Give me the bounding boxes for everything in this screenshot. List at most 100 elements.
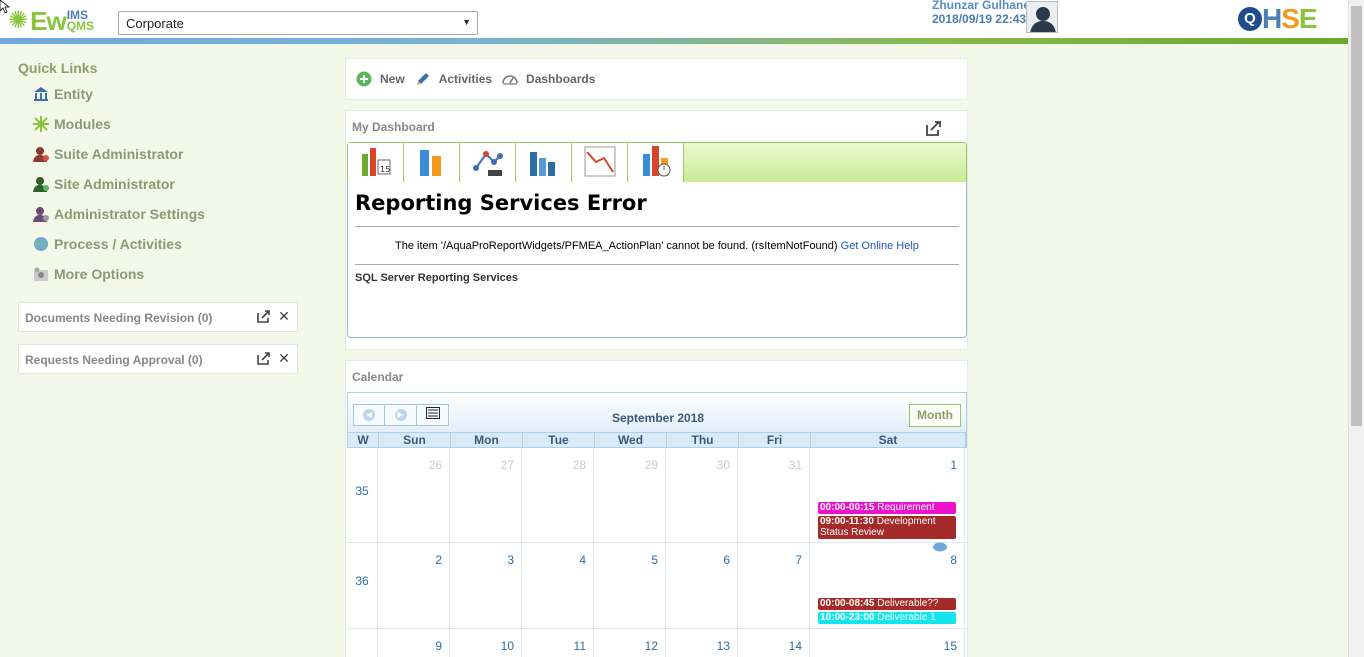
quick-link-label: Site Administrator [54,176,175,192]
logo-main-text: Ew [30,5,67,36]
day-number[interactable]: 31 [789,458,802,472]
day-number[interactable]: 10 [501,639,514,653]
calendar-day-cell[interactable]: 13 [666,629,738,657]
export-icon[interactable] [257,351,271,365]
day-number[interactable]: 9 [435,639,442,653]
tab-bar-chart[interactable] [404,143,460,183]
quick-link-more-options[interactable]: More Options [33,264,144,284]
calendar-event[interactable]: 00:00-08:45 Deliverable?? [818,598,956,610]
dropdown-arrow-icon: ▼ [462,17,471,27]
quick-link-process-activities[interactable]: Process / Activities [33,234,182,254]
report-viewer: Reporting Services Error The item '/Aqua… [347,182,967,338]
scrollbar-thumb[interactable] [1351,6,1362,426]
gauge-icon [502,71,518,87]
day-number[interactable]: 11 [574,639,586,653]
qhse-logo[interactable]: Q H S E [1238,2,1318,36]
quick-link-label: Modules [54,116,111,132]
calendar-day-cell[interactable]: 5 [594,543,666,628]
quick-link-label: Suite Administrator [54,146,184,162]
calendar-day-cell[interactable]: 29 [594,448,666,542]
export-icon[interactable] [926,120,942,136]
tab-line-chart[interactable] [572,143,628,183]
calendar-day-cell[interactable]: 27 [450,448,522,542]
tab-column-chart[interactable] [516,143,572,183]
month-view-button[interactable]: Month [909,404,961,427]
week-number[interactable]: 35 [347,448,378,542]
calendar-day-cell[interactable]: 10 [450,629,522,657]
day-number[interactable]: 1 [950,458,957,472]
day-number[interactable]: 4 [579,553,586,567]
close-icon[interactable]: ✕ [277,351,291,365]
calendar-event[interactable]: 00:00-00:15 Requirement [818,502,956,514]
calendar-day-cell[interactable]: 1 00:00-00:15 Requirement 09:00-11:30 Deve… [810,448,965,552]
quick-link-label: Administrator Settings [54,206,205,222]
day-number[interactable]: 29 [645,458,658,472]
calendar-event[interactable]: 09:00-11:30 Development Status Review [818,516,956,539]
calendar-day-cell[interactable]: 7 [738,543,810,628]
calendar-event[interactable]: 10:00-23:00 Deliverable 1 [818,612,956,624]
calendar-day-cell[interactable]: 11 [522,629,594,657]
day-number[interactable]: 3 [507,553,514,567]
calendar-day-cell[interactable]: 3 [450,543,522,628]
calendar-day-cell[interactable]: 6 [666,543,738,628]
dashboards-button[interactable]: Dashboards [502,71,595,87]
week-number[interactable] [347,629,378,657]
get-online-help-link[interactable]: Get Online Help [841,240,919,252]
calendar-day-cell[interactable]: 26 [378,448,450,542]
calendar-day-cell[interactable]: 30 [666,448,738,542]
qhse-s-text: S [1281,3,1300,34]
calendar-day-cell[interactable]: 9 [378,629,450,657]
calendar-day-cell[interactable]: 15 [810,629,965,657]
quick-link-entity[interactable]: Entity [33,84,93,104]
calendar-week-row: 9 10 11 12 13 14 15 [347,629,967,657]
quick-link-administrator-settings[interactable]: Administrator Settings [33,204,205,224]
qhse-e-text: E [1298,3,1318,34]
day-number[interactable]: 26 [429,458,442,472]
week-number[interactable]: 36 [347,543,378,628]
activities-button[interactable]: Activities [415,71,492,87]
day-number[interactable]: 28 [573,458,586,472]
tab-calendar-chart[interactable]: 15 [348,143,404,183]
day-number[interactable]: 15 [944,639,957,653]
day-number[interactable]: 13 [717,639,730,653]
calendar-day-cell[interactable]: 12 [594,629,666,657]
tab-timed-bar-chart[interactable] [628,143,684,183]
close-icon[interactable]: ✕ [277,309,291,323]
new-button[interactable]: New [356,71,405,87]
day-number[interactable]: 7 [795,553,802,567]
day-number[interactable]: 27 [501,458,514,472]
quick-link-site-administrator[interactable]: Site Administrator [33,174,175,194]
timed-bar-chart-icon [640,144,672,183]
page-scrollbar[interactable] [1348,0,1364,657]
tab-network-chart[interactable] [460,143,516,183]
calendar-week-row: 35 26 27 28 29 30 31 1 00:00-00:15 Requirement 09… [347,448,967,552]
calendar-day-cell[interactable]: 31 [738,448,810,542]
day-number[interactable]: 6 [723,553,730,567]
quick-link-modules[interactable]: Modules [33,114,111,134]
ewqms-logo[interactable]: ✺ Ew IMS QMS [8,6,94,36]
day-number[interactable]: 30 [717,458,730,472]
event-time: 10:00-23:00 [820,612,875,623]
user-name[interactable]: Zhunzar Gulhane [932,0,1028,12]
export-icon[interactable] [257,309,271,323]
column-chart-icon [528,144,560,183]
quick-link-label: Entity [54,86,93,102]
day-number[interactable]: 8 [950,553,957,567]
day-number[interactable]: 14 [789,639,802,653]
bar-chart-icon [416,144,448,183]
calendar-day-cell[interactable]: 4 [522,543,594,628]
quick-link-suite-administrator[interactable]: Suite Administrator [33,144,183,164]
my-dashboard-panel: My Dashboard 15 Reporting Services Error… [345,110,968,350]
calendar-day-cell[interactable]: 2 [378,543,450,628]
day-number[interactable]: 2 [435,553,442,567]
entity-select-value: Corporate [126,16,184,31]
day-number[interactable]: 5 [651,553,658,567]
user-avatar-icon[interactable] [1026,1,1058,33]
plus-circle-icon [356,71,372,87]
logo-sub-text: IMS QMS [67,9,94,32]
calendar-day-cell[interactable]: 8 00:00-08:45 Deliverable?? 10:00-23:00 De… [810,543,965,628]
entity-select[interactable]: Corporate ▼ [118,11,478,35]
calendar-day-cell[interactable]: 28 [522,448,594,542]
calendar-day-cell[interactable]: 14 [738,629,810,657]
day-number[interactable]: 12 [645,639,658,653]
